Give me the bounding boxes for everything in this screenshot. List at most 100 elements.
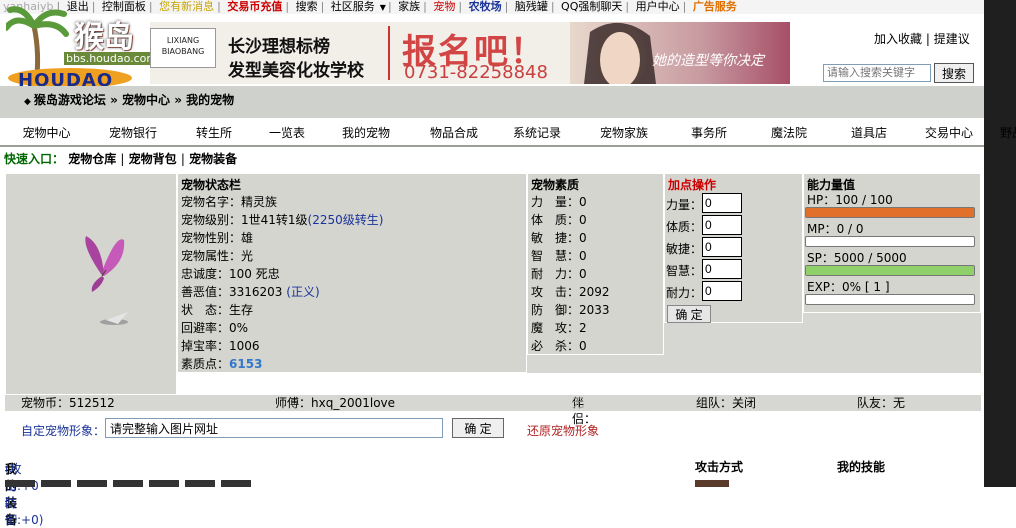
equipment-slot[interactable] [77,480,107,487]
equipment-slot[interactable] [41,480,71,487]
equipment-slot[interactable] [113,480,143,487]
add-constitution-row: 体质： [665,215,802,237]
recharge-link[interactable]: 交易币充值 [224,0,285,13]
attack-mode-icon[interactable] [695,480,729,487]
menu-my-pet[interactable]: 我的宠物 [319,122,413,144]
butterfly-pet-icon [85,236,128,325]
brand-line-1: LIXIANG [166,36,200,45]
menu-synthesis[interactable]: 物品合成 [413,122,495,144]
restore-image-link[interactable]: 还原宠物形象 [527,422,599,439]
sp-text: SP：5000 / 5000 [807,251,907,265]
menu-pet-center[interactable]: 宠物中心 [0,122,93,144]
menu-pet-family[interactable]: 宠物家族 [579,122,669,144]
search-input[interactable] [823,64,931,82]
mp-text: MP：0 / 0 [807,222,864,236]
menu-field-battle[interactable]: 野战 [989,122,1016,144]
custom-image-confirm-button[interactable]: 确 定 [452,418,504,438]
add-points-title: 加点操作 [668,178,717,192]
quality-magic-attack: 魔 攻：2 [531,321,587,335]
farm-link[interactable]: 农牧场 [466,0,505,13]
ability-title: 能力量值 [807,178,856,192]
quality-constitution: 体 质：0 [531,213,587,227]
top-navigation: yanhaiyb | 退出 | 控制面板 | 您有新消息 | 交易币充值 | 搜索 | 社区… [0,0,984,14]
hp-bar-fill [806,208,974,217]
sp-bar [805,265,975,276]
quality-agility: 敏 捷：0 [531,231,587,245]
banner-title-2: 发型美容化妆学校 [228,61,364,81]
custom-image-label: 自定宠物形象： [21,424,106,438]
exp-bar [805,294,975,305]
add-wisdom-label: 智慧： [666,264,703,278]
pet-name: 宠物名字：精灵族 [181,195,278,209]
menu-magic-academy[interactable]: 魔法院 [749,122,829,144]
quick-link-warehouse[interactable]: 宠物仓库 [68,152,116,166]
menu-item-shop[interactable]: 道具店 [829,122,909,144]
community-link[interactable]: 社区服务 [328,0,378,13]
add-favorite-link[interactable]: 加入收藏 [874,32,922,46]
add-points-column: 加点操作 力量： 体质： 敏捷： 智慧： 耐力： 确 定 [664,173,803,323]
equipment-slot[interactable] [185,480,215,487]
custom-image-url-input[interactable] [105,418,443,438]
pet-info-bar: 宠物币：512512 师傅：hxq_2001love 伴侣：无 组队：关闭 队友… [5,395,981,426]
user-center-link[interactable]: 用户中心 [633,0,683,13]
pet-level-note: (2250级转生) [307,213,384,227]
separator: | [925,32,930,46]
pet-coin: 宠物币：512512 [21,396,115,410]
pet-team: 组队：关闭 [696,396,757,410]
add-wisdom-row: 智慧： [665,259,802,281]
site-logo[interactable]: 猴岛 bbs.houdao.com HOUDAO [6,4,160,91]
menu-rebirth[interactable]: 转生所 [173,122,255,144]
separator: | [504,0,509,13]
search-link[interactable]: 搜索 [293,0,321,13]
family-link[interactable]: 家族 [395,0,423,13]
add-agility-input[interactable] [702,237,742,257]
breadcrumb-text[interactable]: 猴岛游戏论坛 » 宠物中心 » 我的宠物 [34,93,234,107]
banner-ad[interactable]: LIXIANG BIAOBANG 长沙理想标榜 发型美容化妆学校 报名吧！ 07… [150,22,790,84]
pet-karma-note: (正义) [286,285,320,299]
menu-system-log[interactable]: 系统记录 [495,122,579,144]
quality-attack: 攻 击：2092 [531,285,610,299]
equipment-section: 我的装备(攻击:+0 防御:+0) 攻击方式 我的技能 [5,456,981,527]
school-logo: LIXIANG BIAOBANG [150,28,216,68]
pet-teammate: 队友：无 [857,396,906,410]
quick-link-backpack[interactable]: 宠物背包 [129,152,177,166]
ad-service-link[interactable]: 广告服务 [690,0,740,13]
breadcrumb: ◆ 猴岛游戏论坛 » 宠物中心 » 我的宠物 [24,91,234,108]
custom-image-row: 自定宠物形象： 确 定 还原宠物形象 [5,416,981,442]
menu-overview[interactable]: 一览表 [255,122,319,144]
pet-loyalty: 忠诚度：100 死忠 [181,267,280,281]
search-button[interactable]: 搜索 [934,63,974,83]
quality-wisdom: 智 慧：0 [531,249,587,263]
banner-title-1: 长沙理想标榜 [228,37,330,57]
pet-gender: 宠物性别：雄 [181,231,254,245]
attack-mode-title: 攻击方式 [695,460,744,474]
pet-points-label: 素质点： [181,357,230,371]
menu-office[interactable]: 事务所 [669,122,749,144]
brain-can-link[interactable]: 脑残罐 [512,0,551,13]
qq-chat-link[interactable]: QQ强制聊天 [558,0,625,13]
pet-points: 素质点：6153 [178,355,526,373]
pet-link[interactable]: 宠物 [430,0,458,13]
pet-level: 宠物级别：1世41转1级(2250级转生) [178,211,526,229]
add-wisdom-input[interactable] [702,259,742,279]
suggest-link[interactable]: 提建议 [934,32,970,46]
menu-pet-bank[interactable]: 宠物银行 [93,122,173,144]
quick-link-equipment[interactable]: 宠物装备 [189,152,237,166]
sp-bar-fill [806,266,974,275]
equipment-slot[interactable] [221,480,251,487]
equipment-stats: (攻击:+0 防御:+0) [5,462,44,527]
equipment-slot[interactable] [5,480,35,487]
separator: | [682,0,687,13]
pet-master: 师傅：hxq_2001love [275,396,396,410]
pet-state: 状 态：生存 [181,303,254,317]
separator: | [217,0,221,13]
add-strength-input[interactable] [702,193,742,213]
quality-endurance: 耐 力：0 [531,267,587,281]
add-points-confirm-button[interactable]: 确 定 [667,305,711,323]
equipment-slot[interactable] [149,480,179,487]
menu-trade-center[interactable]: 交易中心 [909,122,989,144]
add-constitution-input[interactable] [702,215,742,235]
pet-panel: 宠物状态栏 宠物名字：精灵族 宠物级别：1世41转1级(2250级转生) 宠物性… [5,173,981,395]
add-endurance-input[interactable] [702,281,742,301]
new-message-link[interactable]: 您有新消息 [156,0,217,13]
